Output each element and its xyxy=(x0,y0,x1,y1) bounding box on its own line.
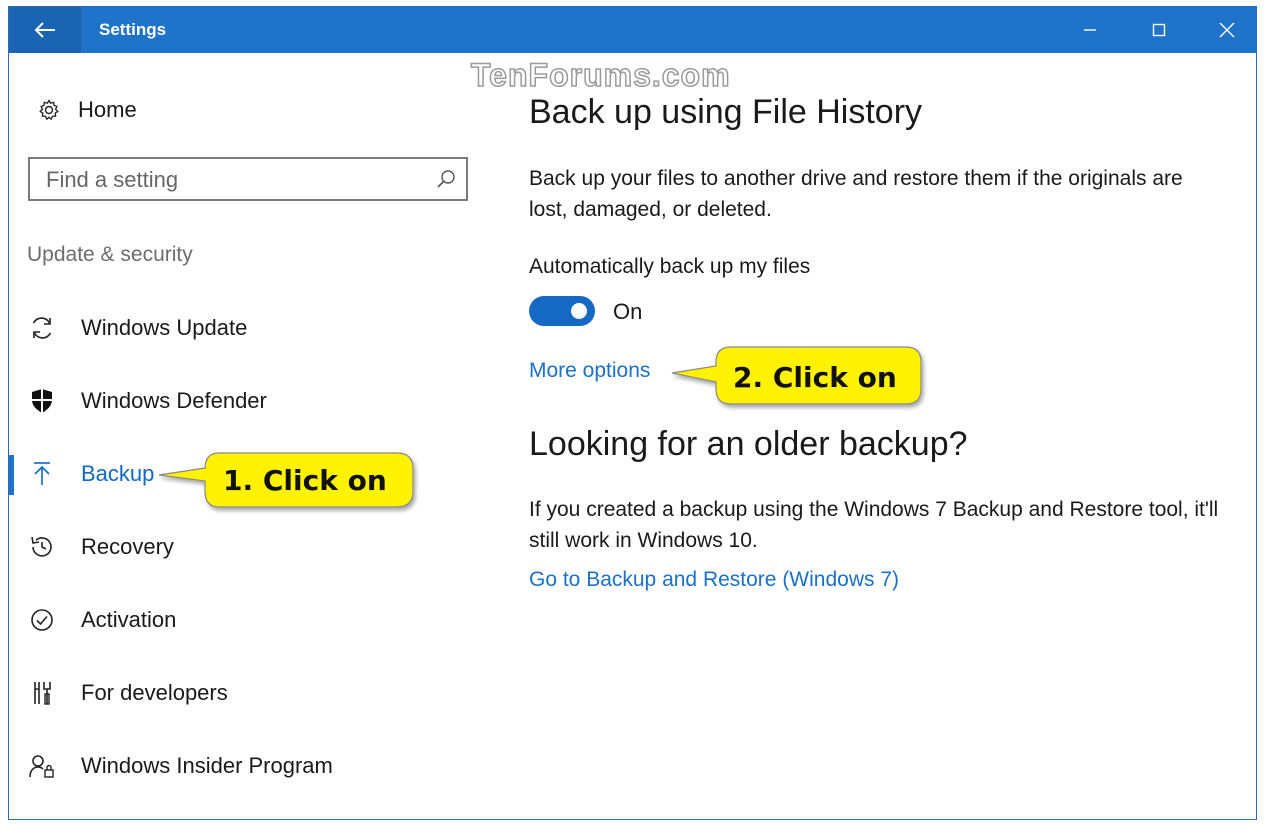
callout-bubbles xyxy=(158,346,922,508)
callout-text-1: 1. Click on xyxy=(223,464,387,497)
callout-text-2: 2. Click on xyxy=(733,361,897,394)
settings-window: Settings TenForums.com Home Find a setti… xyxy=(8,6,1257,820)
